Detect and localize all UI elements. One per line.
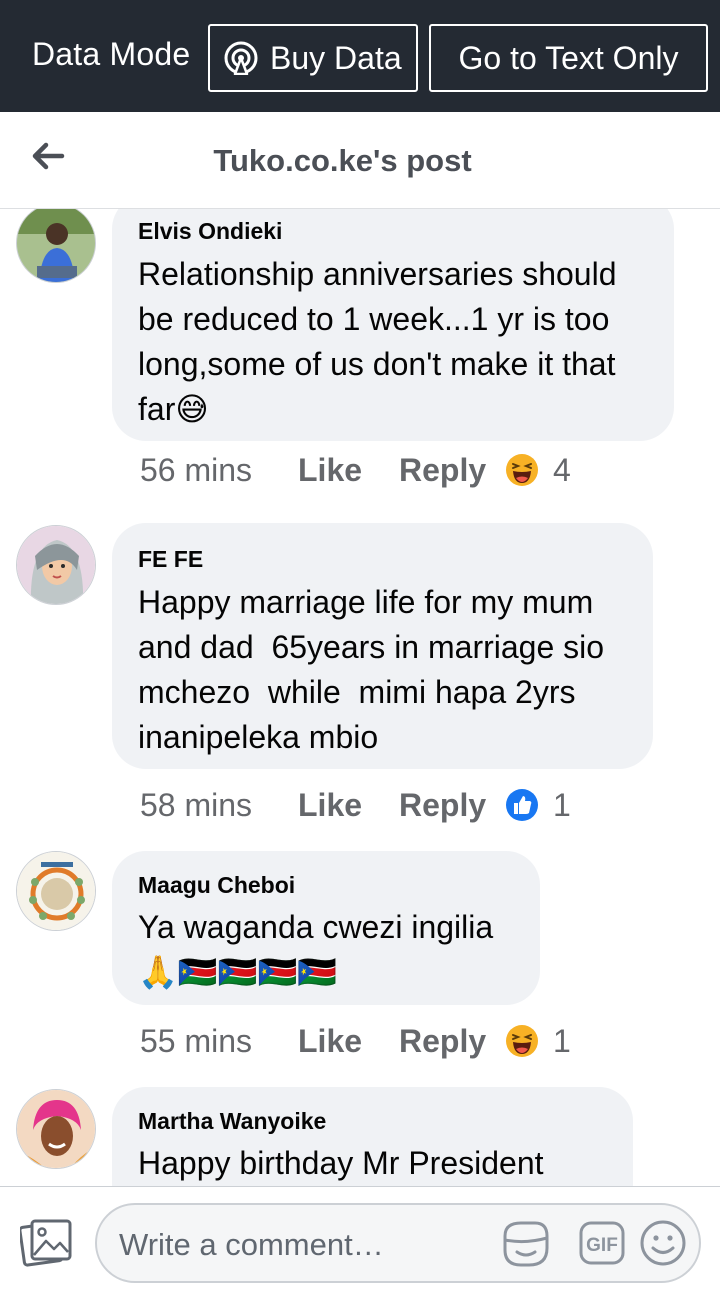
- comment-text: Happy birthday Mr President: [138, 1145, 544, 1181]
- comment-actions: 55 mins Like Reply 1: [140, 1021, 571, 1061]
- haha-icon: [506, 454, 538, 486]
- comment-input[interactable]: Write a comment… GIF: [95, 1203, 701, 1283]
- reaction-count: 4: [553, 451, 571, 488]
- like-button[interactable]: Like: [298, 1023, 399, 1060]
- comment-time[interactable]: 55 mins: [140, 1023, 298, 1060]
- comment-author[interactable]: Maagu Cheboi: [138, 871, 514, 899]
- comment-time[interactable]: 56 mins: [140, 452, 298, 489]
- text-only-label: Go to Text Only: [458, 39, 679, 76]
- comment-bubble: Elvis Ondieki Relationship anniversaries…: [112, 209, 674, 441]
- broadcast-icon: [224, 41, 258, 75]
- thumbs-up-icon: [506, 789, 538, 821]
- haha-icon: [506, 1025, 538, 1057]
- avatar-image: [17, 526, 95, 604]
- reply-button[interactable]: Reply: [399, 1023, 505, 1060]
- emoji-icon[interactable]: [639, 1219, 687, 1267]
- comment-author[interactable]: Elvis Ondieki: [138, 217, 648, 245]
- page-title: Tuko.co.ke's post: [213, 143, 472, 178]
- reaction-summary[interactable]: 4: [505, 452, 571, 489]
- data-mode-bar: Data Mode Buy Data Go to Text Only: [0, 0, 720, 112]
- comment-text: Relationship anniversaries should be red…: [138, 256, 617, 427]
- comment-time[interactable]: 58 mins: [140, 787, 298, 824]
- comment-author[interactable]: FE FE: [138, 545, 627, 573]
- comment-author[interactable]: Martha Wanyoike: [138, 1107, 607, 1135]
- photo-icon[interactable]: [20, 1219, 72, 1267]
- comment-input-placeholder: Write a comment…: [119, 1227, 384, 1262]
- comment-composer: Write a comment… GIF: [0, 1186, 720, 1296]
- buy-data-button[interactable]: Buy Data: [208, 24, 418, 92]
- reaction-summary[interactable]: 1: [505, 787, 571, 824]
- avatar[interactable]: [16, 851, 96, 931]
- reply-button[interactable]: Reply: [399, 787, 505, 824]
- comment-bubble: Maagu Cheboi Ya waganda cwezi ingilia 🙏🇸…: [112, 851, 540, 1005]
- post-header: Tuko.co.ke's post: [0, 112, 720, 209]
- sticker-icon[interactable]: [499, 1218, 551, 1270]
- comment-text: Ya waganda cwezi ingilia 🙏🇸🇸🇸🇸🇸🇸🇸🇸: [138, 909, 494, 990]
- reply-button[interactable]: Reply: [399, 452, 505, 489]
- gif-label: GIF: [586, 1235, 618, 1256]
- avatar-image: [17, 852, 95, 930]
- comment-bubble: FE FE Happy marriage life for my mum and…: [112, 523, 653, 769]
- comment-text: Happy marriage life for my mum and dad 6…: [138, 584, 605, 755]
- avatar[interactable]: [16, 525, 96, 605]
- reaction-summary[interactable]: 1: [505, 1023, 571, 1060]
- reaction-count: 1: [553, 1022, 571, 1059]
- avatar-image: [17, 209, 95, 282]
- comment-actions: 56 mins Like Reply 4: [140, 450, 571, 490]
- avatar-image: [17, 1090, 95, 1168]
- comment-list: Elvis Ondieki Relationship anniversaries…: [0, 209, 720, 1187]
- like-button[interactable]: Like: [298, 787, 399, 824]
- gif-icon[interactable]: GIF: [579, 1221, 625, 1265]
- avatar[interactable]: [16, 209, 96, 283]
- like-button[interactable]: Like: [298, 452, 399, 489]
- text-only-button[interactable]: Go to Text Only: [429, 24, 708, 92]
- comment-bubble: Martha Wanyoike Happy birthday Mr Presid…: [112, 1087, 633, 1187]
- comment-actions: 58 mins Like Reply 1: [140, 785, 571, 825]
- buy-data-label: Buy Data: [270, 39, 402, 76]
- avatar[interactable]: [16, 1089, 96, 1169]
- data-mode-label: Data Mode: [32, 36, 191, 72]
- reaction-count: 1: [553, 786, 571, 823]
